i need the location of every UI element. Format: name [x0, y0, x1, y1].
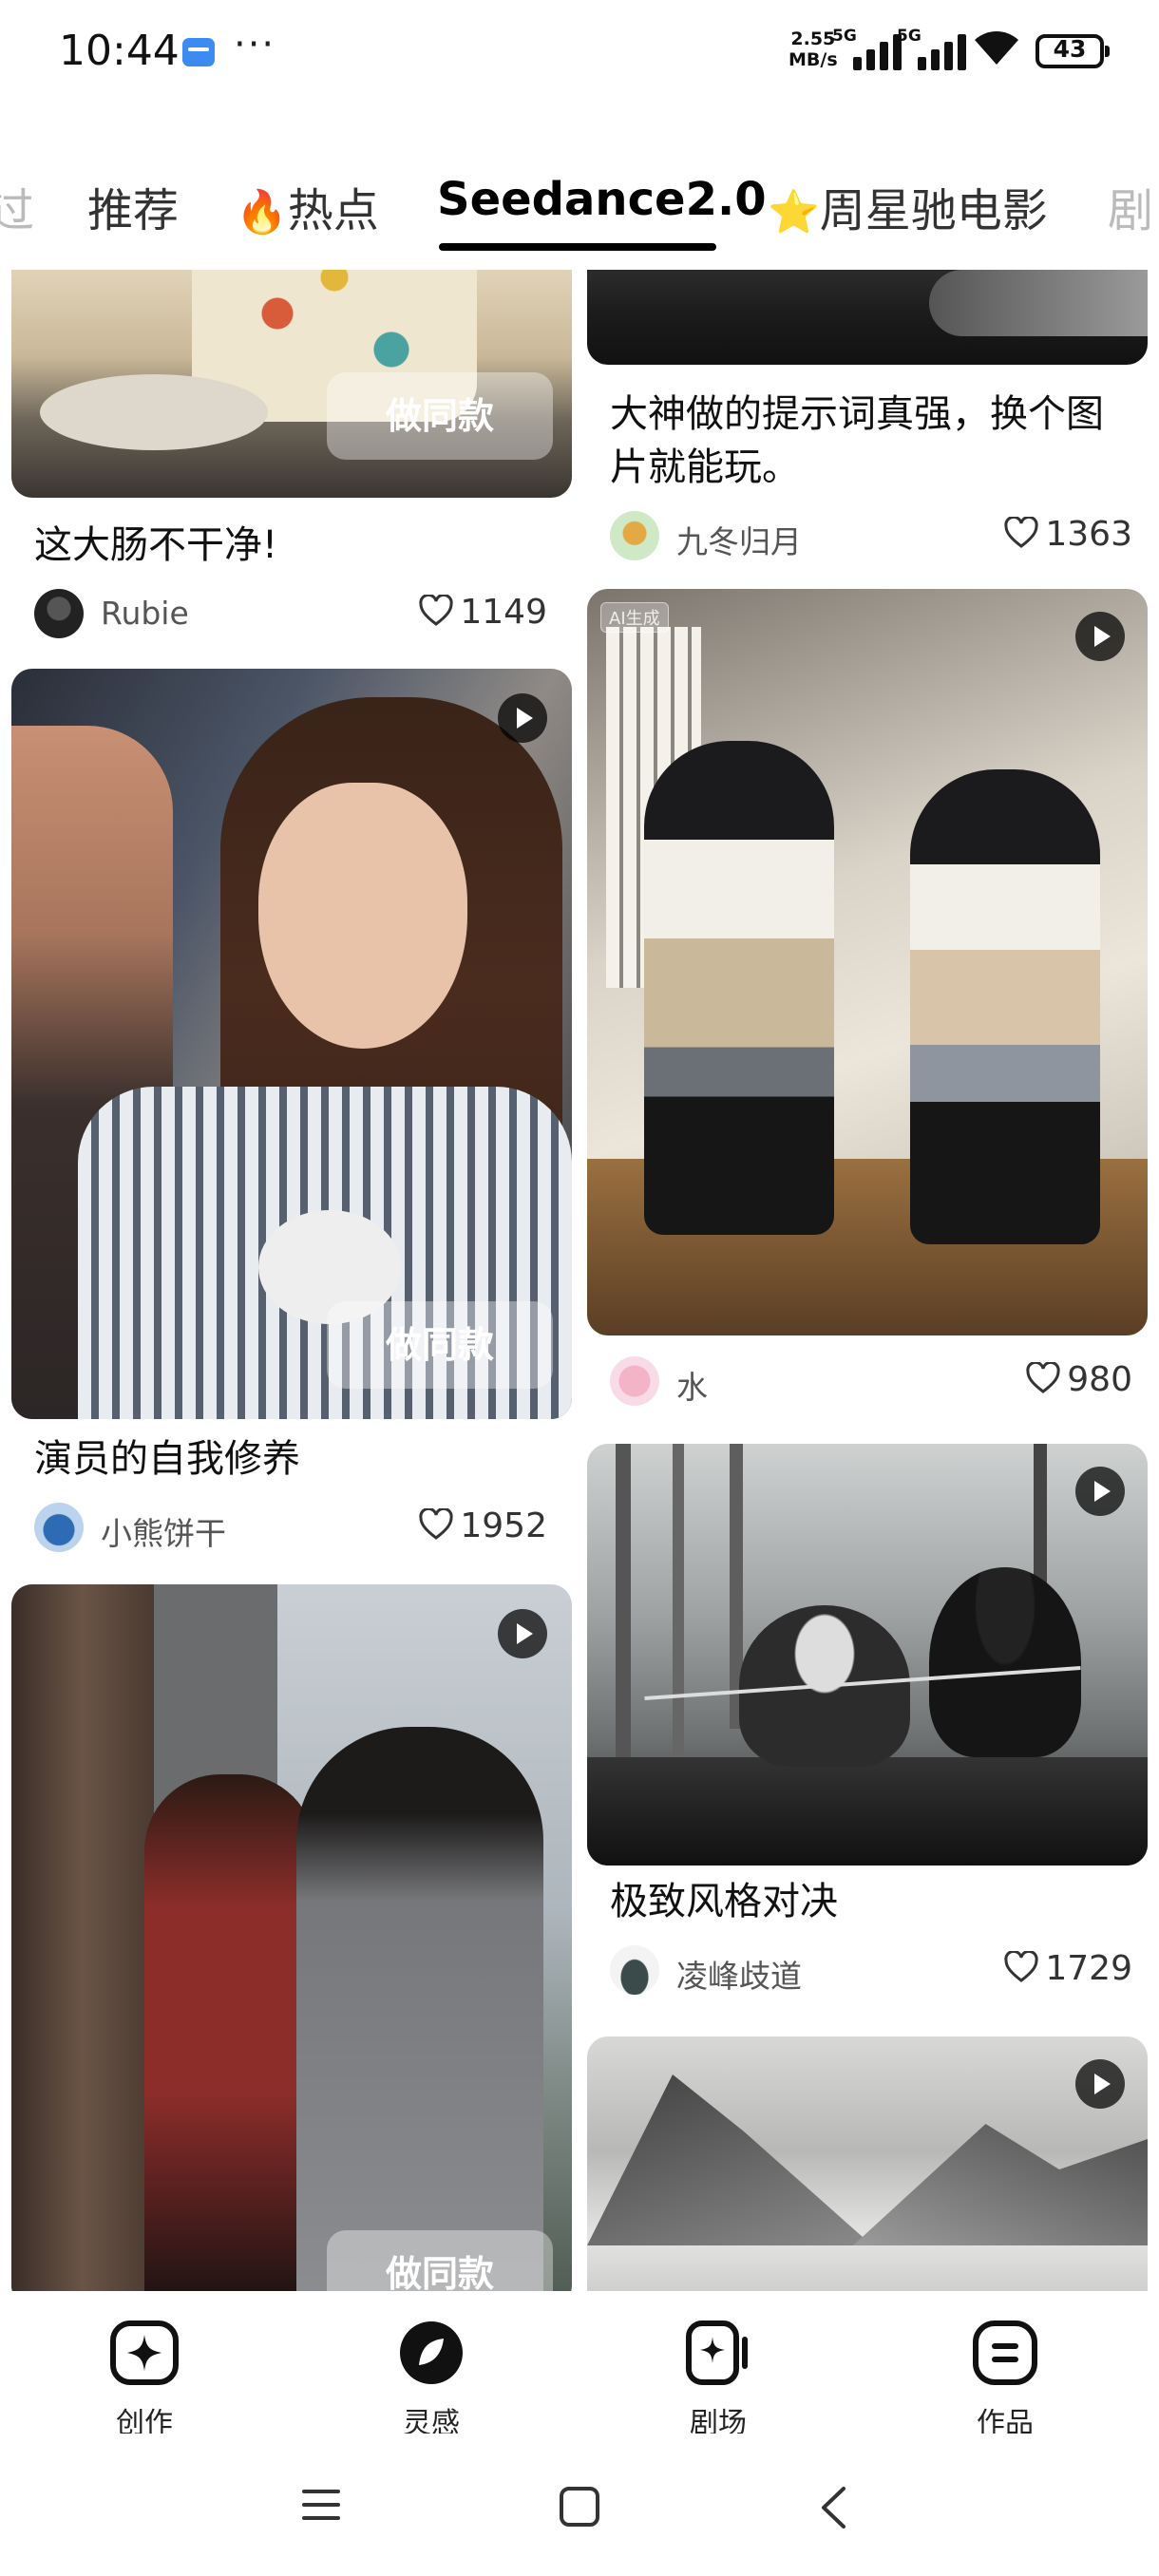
card-1-avatar[interactable]	[34, 589, 84, 638]
nav-inspiration[interactable]: 灵感	[365, 2320, 498, 2441]
card-5-author[interactable]: 凌峰歧道	[676, 1951, 802, 1997]
status-bar: 10:44 ··· 2.55 MB/s 5G 5G 43	[0, 0, 1159, 104]
inspiration-leaf-icon	[400, 2321, 463, 2384]
card-5-meta: 凌峰歧道 1729	[610, 1945, 1132, 1998]
card-5-likes[interactable]: 1729	[1003, 1949, 1132, 1988]
card-4-likes-count: 1952	[460, 1506, 547, 1545]
card-3-meta: 水 980	[610, 1356, 1132, 1410]
card-1-same-style-button[interactable]: 做同款	[327, 372, 553, 460]
card-5-title[interactable]: 极致风格对决	[610, 1875, 1138, 1928]
nav-create[interactable]: 创作	[78, 2320, 211, 2441]
more-notifications-icon: ···	[234, 23, 276, 66]
card-5-likes-count: 1729	[1045, 1949, 1132, 1988]
card-3-image[interactable]: AI生成	[587, 589, 1148, 1335]
bottom-navigation: 创作 灵感 剧场 作品	[0, 2291, 1159, 2440]
heart-icon	[419, 1508, 453, 1540]
home-icon[interactable]	[559, 2486, 600, 2528]
app-screen: 10:44 ··· 2.55 MB/s 5G 5G 43 过 推荐 🔥热点 Se…	[0, 0, 1159, 2576]
card-1-image[interactable]: 做同款	[11, 270, 572, 498]
signal-2-label: 5G	[897, 27, 922, 46]
card-4-same-style-button[interactable]: 做同款	[327, 1301, 553, 1389]
star-icon: ⭐	[768, 188, 820, 237]
category-tabs: 过 推荐 🔥热点 Seedance2.0 ⭐周星驰电影 剧	[0, 161, 1159, 266]
card-3-play-icon[interactable]	[1075, 612, 1125, 661]
card-4-title[interactable]: 演员的自我修养	[34, 1432, 566, 1486]
theater-icon	[686, 2320, 748, 2385]
system-navigation-bar	[0, 2434, 1159, 2576]
card-1-author[interactable]: Rubie	[101, 595, 189, 632]
signal-2-icon: 5G	[897, 27, 967, 70]
card-1-meta: Rubie 1149	[34, 589, 547, 642]
card-4-meta: 小熊饼干 1952	[34, 1503, 547, 1556]
heart-icon	[1004, 517, 1038, 548]
card-4-image[interactable]: 做同款	[11, 669, 572, 1419]
notification-app-icon	[182, 38, 215, 66]
create-sparkle-icon	[110, 2320, 179, 2385]
nav-theater[interactable]: 剧场	[652, 2320, 785, 2441]
tab-stephen-chow[interactable]: ⭐周星驰电影	[768, 173, 1048, 239]
content-feed[interactable]: 做同款 这大肠不干净! Rubie 1149 做同款 演员的自我修养 小熊饼干	[0, 270, 1159, 2291]
card-5-image[interactable]	[587, 1444, 1148, 1866]
card-4-likes[interactable]: 1952	[418, 1506, 547, 1545]
card-3-author[interactable]: 水	[676, 1362, 708, 1408]
card-3-likes[interactable]: 980	[1025, 1360, 1132, 1399]
battery-level: 43	[1053, 35, 1087, 63]
works-icon	[973, 2320, 1037, 2385]
active-tab-indicator	[439, 243, 716, 251]
card-2-author[interactable]: 九冬归月	[676, 517, 802, 562]
ai-generated-tag: AI生成	[600, 602, 669, 633]
signal-1-icon: 5G	[832, 27, 902, 70]
card-2-avatar[interactable]	[610, 511, 659, 560]
card-4-author[interactable]: 小熊饼干	[101, 1508, 226, 1554]
network-speed-unit: MB/s	[788, 49, 838, 70]
card-2-likes[interactable]: 1363	[1003, 515, 1132, 554]
signal-1-label: 5G	[832, 27, 857, 46]
card-1-likes-count: 1149	[460, 593, 547, 632]
card-2-image[interactable]	[587, 270, 1148, 365]
heart-icon	[419, 595, 453, 626]
card-7-image[interactable]	[587, 2036, 1148, 2291]
card-2-meta: 九冬归月 1363	[610, 511, 1132, 564]
card-4-avatar[interactable]	[34, 1503, 84, 1552]
tab-stephen-chow-label: 周星驰电影	[819, 184, 1048, 237]
tab-recommend[interactable]: 推荐	[87, 173, 179, 239]
card-1-likes[interactable]: 1149	[418, 593, 547, 632]
heart-icon	[1026, 1362, 1060, 1393]
status-time: 10:44	[59, 27, 180, 75]
heart-icon	[1004, 1951, 1038, 1982]
battery-icon: 43	[1036, 34, 1110, 68]
tab-hot-label: 热点	[287, 184, 379, 237]
tab-hot[interactable]: 🔥热点	[236, 173, 379, 239]
back-icon[interactable]	[819, 2486, 847, 2529]
nav-works[interactable]: 作品	[939, 2320, 1072, 2441]
tab-partial-right[interactable]: 剧	[1108, 173, 1153, 239]
card-6-same-style-button[interactable]: 做同款	[327, 2230, 553, 2291]
card-3-likes-count: 980	[1067, 1360, 1132, 1399]
network-speed-value: 2.55	[790, 28, 836, 49]
card-1-title[interactable]: 这大肠不干净!	[34, 519, 566, 572]
tab-seedance[interactable]: Seedance2.0	[437, 173, 767, 226]
card-7-play-icon[interactable]	[1075, 2059, 1125, 2109]
fire-icon: 🔥	[236, 188, 288, 237]
menu-icon[interactable]	[300, 2486, 342, 2524]
card-3-avatar[interactable]	[610, 1356, 659, 1406]
tab-partial-left[interactable]: 过	[0, 173, 34, 239]
card-6-image[interactable]: 做同款	[11, 1584, 572, 2291]
card-4-play-icon[interactable]	[498, 693, 547, 743]
network-speed: 2.55 MB/s	[788, 28, 838, 70]
card-5-play-icon[interactable]	[1075, 1467, 1125, 1516]
card-2-title[interactable]: 大神做的提示词真强，换个图片就能玩。	[610, 388, 1138, 494]
card-6-play-icon[interactable]	[498, 1609, 547, 1658]
wifi-icon	[975, 31, 1018, 65]
card-5-avatar[interactable]	[610, 1945, 659, 1995]
card-2-likes-count: 1363	[1045, 515, 1132, 554]
